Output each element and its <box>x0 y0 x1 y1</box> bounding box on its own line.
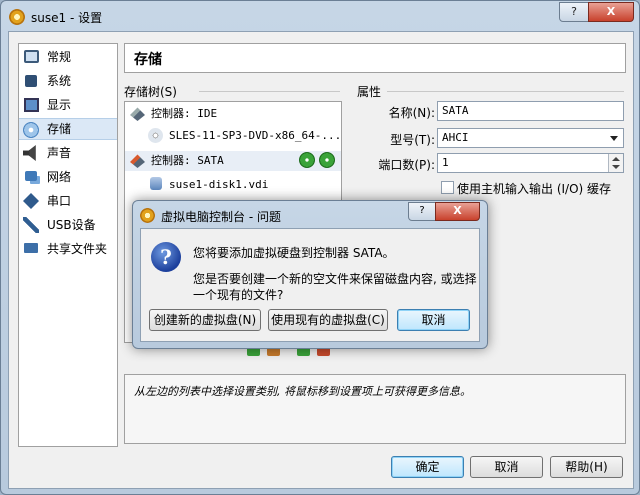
sidebar-item-label: 共享文件夹 <box>47 242 108 256</box>
virtualbox-gear-icon <box>9 9 25 25</box>
storage-tree-label: 存储树(S) <box>124 85 177 99</box>
network-icon <box>25 171 37 181</box>
dialog-message-primary: 您将要添加虚拟硬盘到控制器 SATA。 <box>193 246 395 260</box>
chip-icon <box>25 75 37 87</box>
dialog-title: 虚拟电脑控制台 - 问题 <box>161 210 281 224</box>
storage-icon <box>23 122 39 138</box>
ports-spinbox[interactable]: 1 <box>437 153 624 173</box>
tree-row-sata-controller[interactable]: 控制器: SATA <box>125 151 341 171</box>
sidebar-item-general[interactable]: 常规 <box>19 46 117 68</box>
add-hard-disk-icon[interactable] <box>319 152 335 168</box>
use-existing-disk-button[interactable]: 使用现有的虚拟盘(C) <box>268 309 388 331</box>
sidebar-item-label: 常规 <box>47 50 72 64</box>
type-combobox-value: AHCI <box>442 131 469 144</box>
close-title-button[interactable]: X <box>588 2 634 22</box>
virtualbox-gear-icon <box>140 208 155 223</box>
sidebar-item-audio[interactable]: 声音 <box>19 142 117 164</box>
question-icon: ? <box>151 242 181 272</box>
sidebar-item-usb[interactable]: USB设备 <box>19 214 117 236</box>
sidebar-item-network[interactable]: 网络 <box>19 166 117 188</box>
sidebar-item-label: USB设备 <box>47 218 96 232</box>
sidebar-item-label: 串口 <box>47 194 72 208</box>
host-io-cache-label: 使用主机输入输出 (I/O) 缓存 <box>457 182 612 196</box>
cd-icon <box>148 128 163 143</box>
window-title: suse1 - 设置 <box>31 11 103 25</box>
attributes-label: 属性 <box>357 85 382 99</box>
dialog-cancel-button[interactable]: 取消 <box>397 309 470 331</box>
dialog-help-button[interactable]: ? <box>408 202 436 221</box>
tree-row-ide-controller[interactable]: 控制器: IDE <box>125 104 341 124</box>
controller-icon <box>130 107 145 121</box>
serial-icon <box>23 193 39 209</box>
info-panel: 从左边的列表中选择设置类别, 将鼠标移到设置项上可获得更多信息。 <box>124 374 626 444</box>
sidebar-item-label: 存储 <box>47 122 72 136</box>
tree-row-optical-disk[interactable]: SLES-11-SP3-DVD-x86_64-... <box>125 126 341 146</box>
sidebar-item-label: 网络 <box>47 170 72 184</box>
ok-button[interactable]: 确定 <box>391 456 464 478</box>
group-divider <box>387 91 624 92</box>
dialog-client: ? 您将要添加虚拟硬盘到控制器 SATA。 您是否要创建一个新的空文件来保留磁盘… <box>140 228 480 342</box>
help-title-button[interactable]: ? <box>559 2 589 22</box>
tree-row-hard-disk[interactable]: suse1-disk1.vdi <box>125 175 341 195</box>
name-field[interactable]: SATA <box>437 101 624 121</box>
page-header: 存储 <box>124 43 626 73</box>
ports-label: 端口数(P): <box>378 158 435 172</box>
spin-buttons[interactable] <box>608 154 623 172</box>
host-io-cache-checkbox[interactable] <box>441 181 454 194</box>
cancel-button[interactable]: 取消 <box>470 456 543 478</box>
spin-down-icon <box>612 165 620 169</box>
usb-icon <box>23 217 39 233</box>
sidebar-item-label: 系统 <box>47 74 72 88</box>
sidebar-item-serial[interactable]: 串口 <box>19 190 117 212</box>
sidebar-item-storage[interactable]: 存储 <box>19 118 117 140</box>
folder-icon <box>24 243 38 253</box>
display-icon <box>24 98 39 112</box>
sidebar-item-display[interactable]: 显示 <box>19 94 117 116</box>
tree-row-label: suse1-disk1.vdi <box>169 178 269 191</box>
sidebar-item-system[interactable]: 系统 <box>19 70 117 92</box>
question-dialog: 虚拟电脑控制台 - 问题 ? X ? 您将要添加虚拟硬盘到控制器 SATA。 您… <box>132 200 488 349</box>
sidebar-item-shared-folders[interactable]: 共享文件夹 <box>19 238 117 260</box>
ports-spinbox-value: 1 <box>442 156 449 169</box>
page-title: 存储 <box>134 52 162 68</box>
title-bar: suse1 - 设置 ? X <box>1 1 639 31</box>
add-optical-drive-icon[interactable] <box>299 152 315 168</box>
sidebar-item-label: 显示 <box>47 98 72 112</box>
tree-row-label: 控制器: SATA <box>151 154 224 167</box>
sidebar-item-label: 声音 <box>47 146 72 160</box>
group-divider <box>199 91 340 92</box>
monitor-icon <box>24 50 39 63</box>
create-new-disk-button[interactable]: 创建新的虚拟盘(N) <box>149 309 261 331</box>
dialog-close-button[interactable]: X <box>435 202 480 221</box>
controller-icon <box>130 154 145 168</box>
info-text: 从左边的列表中选择设置类别, 将鼠标移到设置项上可获得更多信息。 <box>134 385 471 398</box>
type-label: 型号(T): <box>390 133 435 147</box>
tree-row-label: SLES-11-SP3-DVD-x86_64-... <box>169 129 342 142</box>
name-label: 名称(N): <box>388 106 435 120</box>
speaker-icon <box>23 145 36 161</box>
chevron-down-icon <box>610 136 618 141</box>
dialog-message-secondary: 您是否要创建一个新的空文件来保留磁盘内容, 或选择一个现有的文件? <box>193 272 477 302</box>
tree-row-label: 控制器: IDE <box>151 107 218 120</box>
help-button[interactable]: 帮助(H) <box>550 456 623 478</box>
spin-up-icon <box>612 157 620 161</box>
type-combobox[interactable]: AHCI <box>437 128 624 148</box>
hard-disk-icon <box>150 177 162 190</box>
settings-category-list: 常规 系统 显示 存储 声音 网络 串口 USB设备 共享文件夹 <box>18 43 118 447</box>
